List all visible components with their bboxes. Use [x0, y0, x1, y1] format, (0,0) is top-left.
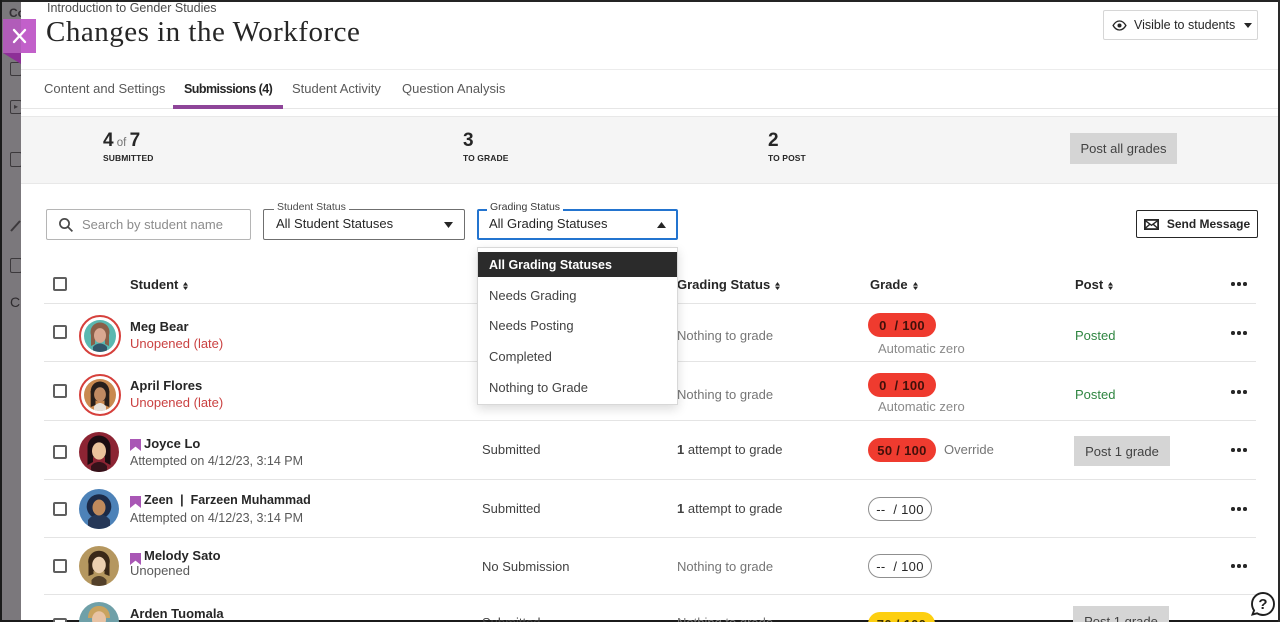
svg-text:?: ?	[1258, 596, 1267, 613]
